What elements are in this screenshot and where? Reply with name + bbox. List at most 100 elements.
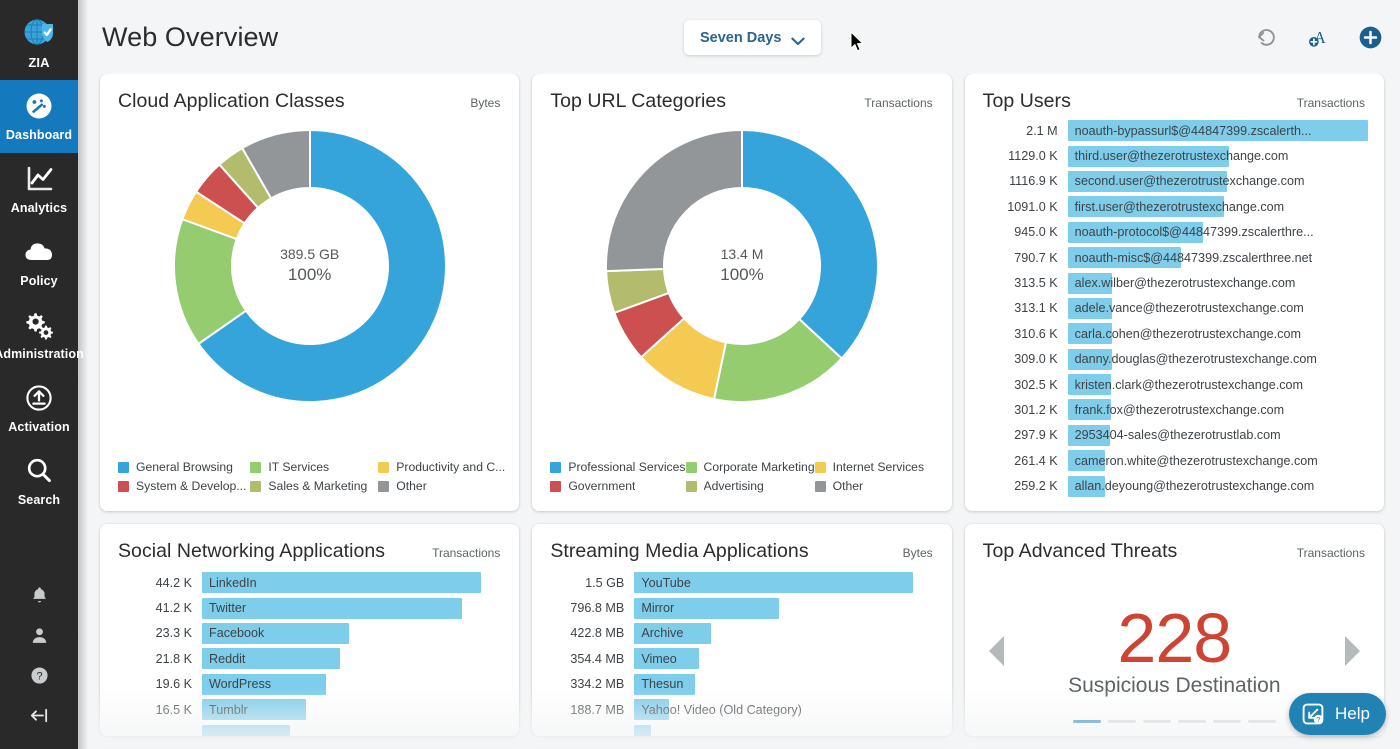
sidebar-item-policy[interactable]: Policy	[0, 226, 78, 299]
bar-row[interactable]	[542, 722, 937, 736]
panel-title: Cloud Application Classes	[118, 90, 345, 113]
panel-header: Top URL Categories Transactions	[532, 74, 951, 116]
help-button[interactable]: ? Help	[1289, 693, 1386, 735]
legend-swatch	[118, 462, 129, 473]
chevron-down-icon	[791, 33, 805, 42]
bar-row[interactable]: 313.5 Kalex.wilber@thezerotrustexchange.…	[973, 270, 1368, 295]
legend-item[interactable]: Professional Services	[550, 460, 685, 474]
donut-svg[interactable]	[167, 123, 453, 409]
bar-track: Archive	[634, 623, 937, 644]
bar-row[interactable]: 313.1 Kadele.vance@thezerotrustexchange.…	[973, 296, 1368, 321]
legend-swatch	[815, 481, 826, 492]
bar-row[interactable]: 422.8 MBArchive	[542, 621, 937, 646]
bar-row[interactable]: 1.5 GBYouTube	[542, 570, 937, 595]
legend-swatch	[550, 462, 561, 473]
carousel-dot[interactable]	[1143, 720, 1171, 723]
legend-item[interactable]: Sales & Marketing	[250, 479, 374, 493]
bar-row[interactable]: 354.4 MBVimeo	[542, 646, 937, 671]
bar-row[interactable]: 44.2 KLinkedIn	[110, 570, 505, 595]
bar-value: 2.1 M	[973, 124, 1068, 138]
bar-row[interactable]: 21.8 KReddit	[110, 646, 505, 671]
bar-label: second.user@thezerotrustexchange.com	[1075, 171, 1305, 192]
panel-unit: Transactions	[1297, 96, 1365, 110]
bar-row[interactable]: 188.7 MBYahoo! Video (Old Category)	[542, 697, 937, 722]
carousel-dot[interactable]	[1213, 720, 1241, 723]
bar-row[interactable]: 1116.9 K second.user@thezerotrustexchange…	[973, 169, 1368, 194]
bar-value: 1116.9 K	[973, 174, 1068, 188]
carousel-dot[interactable]	[1248, 720, 1276, 723]
notifications-icon[interactable]	[0, 575, 78, 615]
sidebar-item-search[interactable]: Search	[0, 445, 78, 518]
sidebar-item-zia[interactable]: ZIA	[0, 0, 78, 80]
bar-track: adele.vance@thezerotrustexchange.com	[1068, 298, 1368, 319]
carousel-prev-arrow[interactable]	[989, 636, 1004, 666]
sidebar-item-analytics[interactable]: Analytics	[0, 153, 78, 226]
add-widget-icon[interactable]	[1356, 23, 1384, 51]
refresh-icon[interactable]	[1252, 23, 1280, 51]
bar-value: 297.9 K	[973, 428, 1068, 442]
bar-row[interactable]: 334.2 MBThesun	[542, 672, 937, 697]
bar-row[interactable]: 23.3 KFacebook	[110, 621, 505, 646]
bar-row[interactable]: 261.4 Kcameron.white@thezerotrustexchang…	[973, 448, 1368, 473]
bar-track: third.user@thezerotrustexchange.com	[1068, 146, 1368, 167]
bar-row[interactable]: 2.1 Mnoauth-bypassurl$@44847399.zscalert…	[973, 118, 1368, 143]
bar-row[interactable]: 301.2 Kfrank.fox@thezerotrustexchange.co…	[973, 397, 1368, 422]
globe-shield-icon	[22, 16, 56, 50]
user-account-icon[interactable]	[0, 615, 78, 655]
bar-row[interactable]: 310.6 Kcarla.cohen@thezerotrustexchange.…	[973, 321, 1368, 346]
bar-row[interactable]: 16.5 KTumblr	[110, 697, 505, 722]
bar-row[interactable]: 1091.0 Kfirst.user@thezerotrustexchange.…	[973, 194, 1368, 219]
donut-svg[interactable]	[599, 123, 885, 409]
sidebar-item-dashboard[interactable]: Dashboard	[0, 80, 78, 153]
bar-track: noauth-bypassurl$@44847399.zscalerth...	[1068, 120, 1368, 141]
legend-item[interactable]: System & Develop...	[118, 479, 246, 493]
bar-row[interactable]: 309.0 Kdanny.douglas@thezerotrustexchang…	[973, 347, 1368, 372]
carousel-next-arrow[interactable]	[1345, 636, 1360, 666]
bar-track: LinkedIn	[202, 572, 505, 593]
bar-row[interactable]: 259.2 Kallan.deyoung@thezerotrustexchang…	[973, 473, 1368, 498]
bar-label: allan.deyoung@thezerotrustexchange.com	[1075, 476, 1315, 497]
bar-row[interactable]: 796.8 MBMirror	[542, 595, 937, 620]
legend-swatch	[378, 462, 389, 473]
bar-row[interactable]: 19.6 KWordPress	[110, 672, 505, 697]
bar-row[interactable]: 41.2 KTwitter	[110, 595, 505, 620]
time-range-dropdown[interactable]: Seven Days	[684, 20, 821, 55]
main-content: Web Overview Seven Days A	[78, 0, 1400, 749]
legend-item[interactable]: Other	[378, 479, 505, 493]
carousel-dot[interactable]	[1108, 720, 1136, 723]
sidebar-item-administration[interactable]: Administration	[0, 299, 78, 372]
magnifier-icon	[22, 454, 56, 488]
bar-row[interactable]: 1129.0 Kthird.user@thezerotrustexchange.…	[973, 143, 1368, 168]
legend-swatch	[686, 481, 697, 492]
sidebar-item-label: Search	[18, 493, 60, 507]
legend-item[interactable]: IT Services	[250, 460, 374, 474]
bar-row[interactable]: 790.7 Knoauth-misc$@44847399.zscalerthre…	[973, 245, 1368, 270]
sidebar-item-activation[interactable]: Activation	[0, 372, 78, 445]
bar-track	[634, 725, 937, 736]
legend-item[interactable]: Other	[815, 479, 938, 493]
legend-item[interactable]: Productivity and C...	[378, 460, 505, 474]
carousel-dot[interactable]	[1073, 720, 1101, 723]
bar-label: Facebook	[209, 623, 264, 644]
legend-item[interactable]: Internet Services	[815, 460, 938, 474]
help-circle-icon[interactable]: ?	[0, 655, 78, 695]
bar-row[interactable]: 297.9 K2953404-sales@thezerotrustlab.com	[973, 423, 1368, 448]
bar-track: danny.douglas@thezerotrustexchange.com	[1068, 349, 1368, 370]
bar-row[interactable]	[110, 722, 505, 736]
legend-item[interactable]: Advertising	[686, 479, 815, 493]
bar-label: Archive	[641, 623, 683, 644]
legend-item[interactable]: General Browsing	[118, 460, 246, 474]
donut-slice[interactable]	[742, 130, 878, 358]
bar-track: cameron.white@thezerotrustexchange.com	[1068, 450, 1368, 471]
bar-value: 945.0 K	[973, 225, 1068, 239]
bar-row[interactable]: 945.0 Knoauth-protocol$@44847399.zscaler…	[973, 220, 1368, 245]
bar-row[interactable]: 302.5 Kkristen.clark@thezerotrustexchang…	[973, 372, 1368, 397]
collapse-sidebar-icon[interactable]	[0, 695, 78, 735]
panel-social-networking-applications: Social Networking Applications Transacti…	[100, 524, 519, 736]
panel-title: Top URL Categories	[550, 90, 726, 113]
legend-item[interactable]: Government	[550, 479, 685, 493]
legend-item[interactable]: Corporate Marketing	[686, 460, 815, 474]
font-size-icon[interactable]: A	[1304, 23, 1332, 51]
carousel-dot[interactable]	[1178, 720, 1206, 723]
donut-slice[interactable]	[606, 130, 742, 271]
